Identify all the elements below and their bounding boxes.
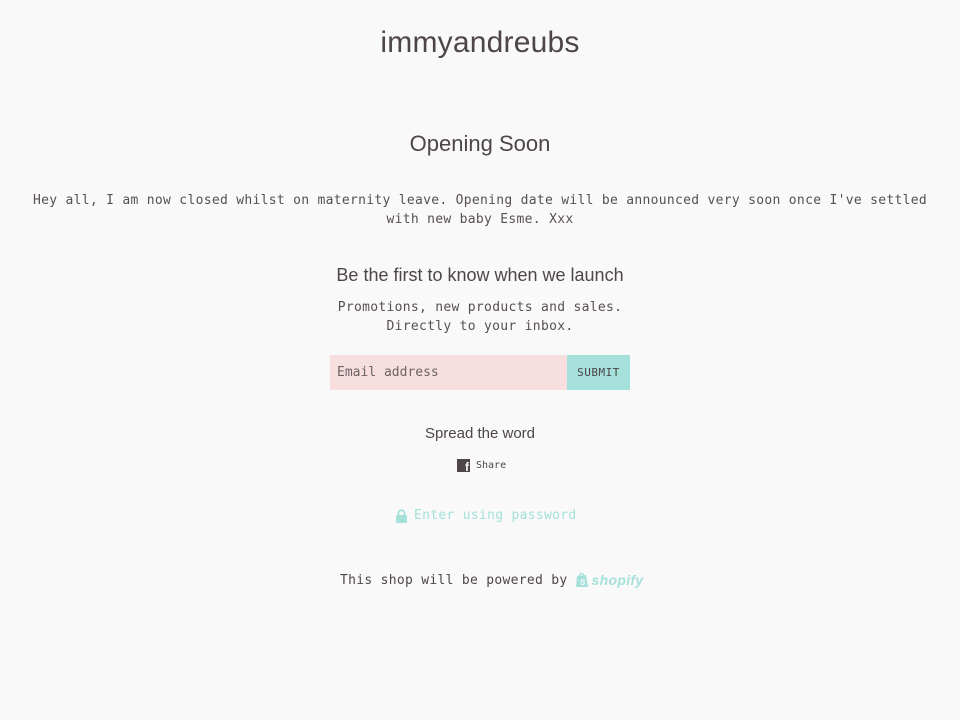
newsletter-line-2: Directly to your inbox.	[386, 319, 574, 334]
share-label: Share	[476, 460, 507, 471]
powered-by-text: This shop will be powered by	[340, 572, 568, 588]
shopify-link[interactable]: S shopify	[575, 572, 644, 588]
facebook-icon: f	[457, 459, 470, 473]
facebook-share-link[interactable]: f Share	[457, 459, 507, 473]
newsletter-form: SUBMIT	[330, 355, 630, 390]
svg-text:S: S	[580, 578, 586, 587]
shopify-brand: shopify	[591, 572, 644, 588]
submit-button[interactable]: SUBMIT	[567, 355, 630, 390]
lock-icon	[396, 508, 407, 523]
shopify-bag-icon: S	[575, 572, 588, 587]
spread-word-heading: Spread the word	[424, 425, 536, 442]
page-title: Opening Soon	[409, 131, 551, 156]
enter-password-label: Enter using password	[414, 508, 577, 523]
closure-message: Hey all, I am now closed whilst on mater…	[33, 193, 927, 227]
shop-logo-title[interactable]: immyandreubs	[0, 24, 960, 62]
email-input[interactable]	[330, 355, 567, 390]
enter-password-link[interactable]: Enter using password	[395, 508, 577, 523]
newsletter-line-1: Promotions, new products and sales.	[337, 300, 623, 315]
newsletter-description: Promotions, new products and sales. Dire…	[0, 298, 960, 336]
powered-by: This shop will be powered by S shopify	[340, 572, 643, 588]
newsletter-heading: Be the first to know when we launch	[336, 265, 624, 285]
